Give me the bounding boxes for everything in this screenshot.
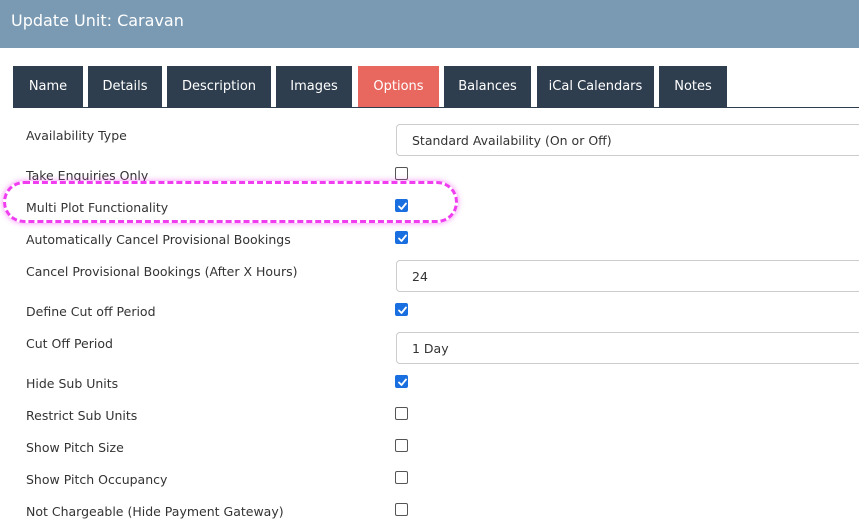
tab-ical-calendars[interactable]: iCal Calendars [537, 66, 654, 107]
hide-sub-units-checkbox[interactable] [395, 375, 408, 388]
not-chargeable-checkbox[interactable] [395, 503, 408, 516]
cut-off-period-select[interactable]: 1 Day [396, 332, 859, 364]
show-pitch-size-checkbox[interactable] [395, 439, 408, 452]
restrict-sub-units-checkbox[interactable] [395, 407, 408, 420]
cut-off-period-value: 1 Day [412, 341, 449, 356]
restrict-sub-units-label: Restrict Sub Units [26, 408, 138, 423]
show-pitch-size-label: Show Pitch Size [26, 440, 124, 455]
checkmark-icon [398, 378, 407, 386]
take-enquiries-only-label: Take Enquiries Only [26, 168, 149, 183]
tab-balances[interactable]: Balances [444, 66, 531, 107]
tab-divider [13, 107, 859, 108]
tab-details[interactable]: Details [88, 66, 162, 107]
availability-type-select[interactable]: Standard Availability (On or Off) [396, 124, 859, 156]
define-cut-off-period-label: Define Cut off Period [26, 304, 156, 319]
multi-plot-functionality-checkbox[interactable] [395, 199, 408, 212]
tab-notes[interactable]: Notes [659, 66, 727, 107]
auto-cancel-provisional-label: Automatically Cancel Provisional Booking… [26, 232, 291, 247]
availability-type-value: Standard Availability (On or Off) [412, 133, 612, 148]
checkmark-icon [398, 306, 407, 314]
availability-type-label: Availability Type [26, 128, 127, 143]
page-title: Update Unit: Caravan [11, 11, 184, 30]
auto-cancel-provisional-checkbox[interactable] [395, 231, 408, 244]
cut-off-period-label: Cut Off Period [26, 336, 113, 351]
cancel-after-hours-label: Cancel Provisional Bookings (After X Hou… [26, 264, 298, 279]
checkmark-icon [398, 234, 407, 242]
tab-images[interactable]: Images [276, 66, 352, 107]
tab-options[interactable]: Options [358, 66, 439, 107]
cancel-after-hours-input[interactable]: 24 [396, 260, 859, 292]
tab-name[interactable]: Name [13, 66, 83, 107]
hide-sub-units-label: Hide Sub Units [26, 376, 119, 391]
multi-plot-functionality-label: Multi Plot Functionality [26, 200, 169, 215]
define-cut-off-period-checkbox[interactable] [395, 303, 408, 316]
checkmark-icon [398, 202, 407, 210]
take-enquiries-only-checkbox[interactable] [395, 167, 408, 180]
not-chargeable-label: Not Chargeable (Hide Payment Gateway) [26, 504, 284, 519]
tab-description[interactable]: Description [167, 66, 271, 107]
show-pitch-occupancy-label: Show Pitch Occupancy [26, 472, 168, 487]
show-pitch-occupancy-checkbox[interactable] [395, 471, 408, 484]
cancel-after-hours-value: 24 [412, 269, 428, 284]
page-header: Update Unit: Caravan [0, 0, 859, 48]
